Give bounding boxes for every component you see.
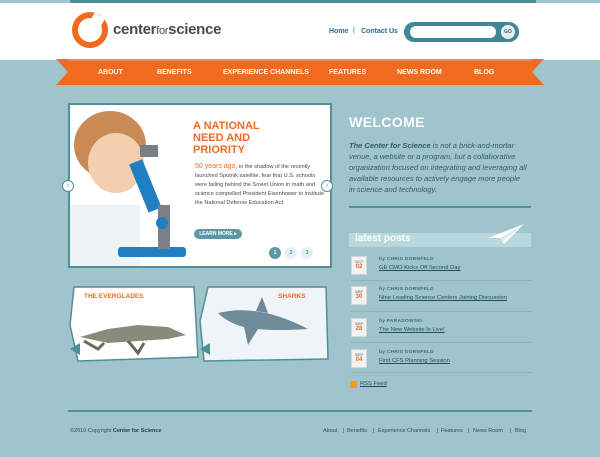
nav-benefits[interactable]: BENEFITS (157, 69, 192, 76)
nav-features[interactable]: FEATURES (329, 69, 366, 76)
feature-slider: A NATIONAL NEED AND PRIORITY 50 years ag… (68, 103, 332, 268)
footer-link-news-room[interactable]: News Room (473, 428, 503, 434)
footer-link-experience-channels[interactable]: Experience Channels (378, 428, 430, 434)
footer-link-blog[interactable]: Blog (515, 428, 526, 434)
post-divider (351, 342, 532, 343)
slider-page-1[interactable]: 1 (269, 247, 281, 259)
logo-icon[interactable] (72, 12, 108, 48)
footer-link-benefits[interactable]: Benefits (347, 428, 367, 434)
hero-body: 50 years ago, in the shadow of the recen… (195, 163, 325, 206)
footer-divider (68, 410, 532, 412)
microscope-boy-image (70, 111, 186, 266)
post-date-badge: SEP 04 (351, 349, 367, 368)
latest-posts-title: latest posts (355, 233, 411, 244)
search-box: GO (404, 22, 519, 42)
search-input[interactable] (410, 26, 496, 38)
post-title-link[interactable]: Nine Leading Science Centers Joining Dis… (379, 295, 507, 301)
footer-copyright: ©2010 Copyright Center for Science (70, 428, 162, 434)
slider-page-2[interactable]: 2 (285, 247, 297, 259)
welcome-body: The Center for Science is not a brick-an… (349, 141, 527, 194)
post-date-badge: SEP 30 (351, 286, 367, 305)
card-everglades[interactable]: THE EVERGLADES (68, 285, 200, 363)
sharks-card-art (199, 286, 329, 362)
nav-about[interactable]: ABOUT (98, 69, 123, 76)
post-title-link[interactable]: GE CMO Kicks Off Second Day (379, 265, 460, 271)
footer-separator: | (343, 428, 345, 434)
post-title-link[interactable]: The New Website Is Live! (379, 327, 445, 333)
post-date-badge: SEP 28 (351, 318, 367, 337)
footer-separator: | (437, 428, 439, 434)
paper-plane-icon (488, 224, 524, 244)
post-author: by CHRIS DORNFELD (379, 257, 434, 262)
footer-separator: | (510, 428, 512, 434)
main-nav: ABOUT BENEFITS EXPERIENCE CHANNELS FEATU… (56, 55, 544, 89)
header-link-home[interactable]: Home (329, 28, 348, 35)
post-divider (351, 280, 532, 281)
nav-news-room[interactable]: NEWS ROOM (397, 69, 442, 76)
post-author: by CHRIS DORNFELD (379, 350, 434, 355)
post-divider (351, 372, 532, 373)
search-go-button[interactable]: GO (501, 25, 515, 39)
nav-blog[interactable]: BLOG (474, 69, 494, 76)
hero-title: A NATIONAL NEED AND PRIORITY (193, 120, 260, 156)
card-sharks[interactable]: SHARKS (198, 285, 330, 363)
header-link-contact[interactable]: Contact Us (361, 28, 398, 35)
card-sharks-label: SHARKS (278, 293, 306, 300)
welcome-divider (349, 206, 531, 208)
post-divider (351, 311, 532, 312)
post-author: by CHRIS DORNFELD (379, 287, 434, 292)
slider-prev-arrow-icon[interactable]: ‹ (62, 180, 74, 192)
post-author: by PARADOWSKI (379, 319, 423, 324)
footer-link-features[interactable]: Features (441, 428, 463, 434)
post-date-badge: OCT 02 (351, 256, 367, 275)
footer-separator: | (468, 428, 470, 434)
footer-separator: | (373, 428, 375, 434)
rss-feed-link[interactable]: RSS Feed (360, 381, 387, 387)
logo-wordmark[interactable]: centerforscience (113, 21, 221, 38)
slider-next-arrow-icon[interactable]: › (321, 180, 333, 192)
header-link-separator: | (353, 27, 355, 34)
learn-more-button[interactable]: LEARN MORE ▸ (194, 229, 242, 239)
nav-experience-channels[interactable]: EXPERIENCE CHANNELS (223, 69, 309, 76)
rss-icon[interactable] (350, 381, 357, 388)
footer-link-about[interactable]: About (323, 428, 337, 434)
post-title-link[interactable]: First CFS Planning Session (379, 358, 450, 364)
site-header: centerforscience Home | Contact Us GO (0, 3, 600, 60)
welcome-title: WELCOME (349, 114, 425, 130)
slider-page-3[interactable]: 3 (301, 247, 313, 259)
card-everglades-label: THE EVERGLADES (84, 293, 144, 300)
